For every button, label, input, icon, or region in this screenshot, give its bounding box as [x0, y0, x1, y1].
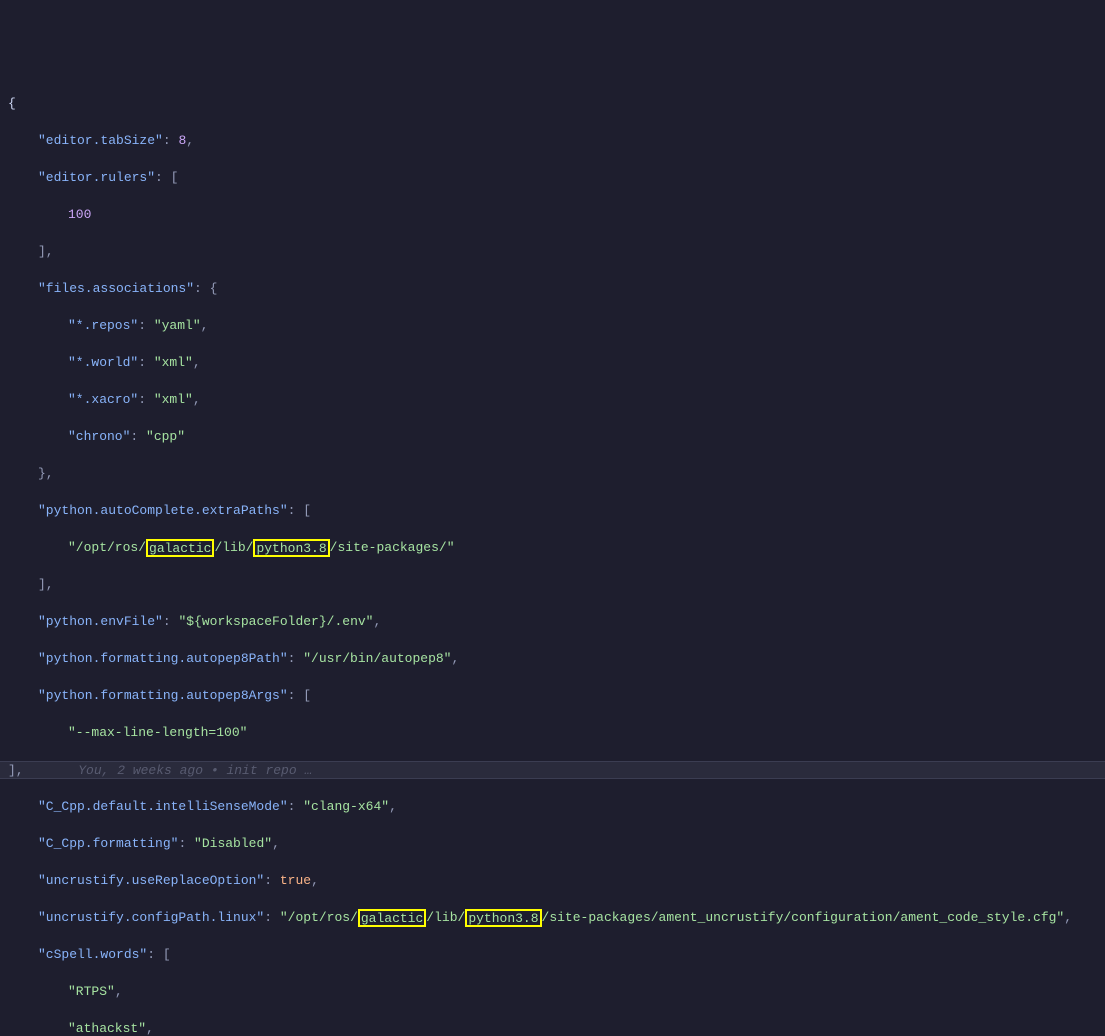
- json-key: "uncrustify.useReplaceOption": [38, 873, 264, 888]
- json-string: "athackst": [68, 1021, 146, 1036]
- json-string: "yaml": [154, 318, 201, 333]
- json-string: "Disabled": [194, 836, 272, 851]
- json-string: "clang-x64": [303, 799, 389, 814]
- json-key: "*.world": [68, 355, 138, 370]
- highlight-galactic: galactic: [358, 909, 426, 927]
- json-string-segment: "/opt/ros/: [280, 910, 358, 925]
- json-key: "files.associations": [38, 281, 194, 296]
- json-key: "cSpell.words": [38, 947, 147, 962]
- git-blame-annotation: You, 2 weeks ago • init repo …: [78, 763, 312, 778]
- json-string: "RTPS": [68, 984, 115, 999]
- json-string: "--max-line-length=100": [68, 725, 247, 740]
- code-editor[interactable]: { "editor.tabSize": 8, "editor.rulers": …: [0, 74, 1105, 1036]
- json-number: 100: [68, 207, 91, 222]
- json-string: "xml": [154, 355, 193, 370]
- json-key: "python.autoComplete.extraPaths": [38, 503, 288, 518]
- json-string-segment: "/opt/ros/: [68, 540, 146, 555]
- json-string: "xml": [154, 392, 193, 407]
- json-key: "chrono": [68, 429, 130, 444]
- json-key: "editor.rulers": [38, 170, 155, 185]
- json-key: "C_Cpp.formatting": [38, 836, 178, 851]
- json-string: "/usr/bin/autopep8": [303, 651, 451, 666]
- active-line[interactable]: ], You, 2 weeks ago • init repo …: [0, 761, 1105, 780]
- json-key: "C_Cpp.default.intelliSenseMode": [38, 799, 288, 814]
- highlight-galactic: galactic: [146, 539, 214, 557]
- highlight-python38: python3.8: [465, 909, 541, 927]
- json-key: "python.formatting.autopep8Args": [38, 688, 288, 703]
- json-boolean: true: [280, 873, 311, 888]
- json-key: "*.repos": [68, 318, 138, 333]
- json-key: "*.xacro": [68, 392, 138, 407]
- json-key: "editor.tabSize": [38, 133, 163, 148]
- json-key: "python.formatting.autopep8Path": [38, 651, 288, 666]
- json-key: "python.envFile": [38, 614, 163, 629]
- highlight-python38: python3.8: [253, 539, 329, 557]
- json-open-brace: {: [8, 96, 16, 111]
- json-string: "${workspaceFolder}/.env": [178, 614, 373, 629]
- json-key: "uncrustify.configPath.linux": [38, 910, 264, 925]
- json-string: "cpp": [146, 429, 185, 444]
